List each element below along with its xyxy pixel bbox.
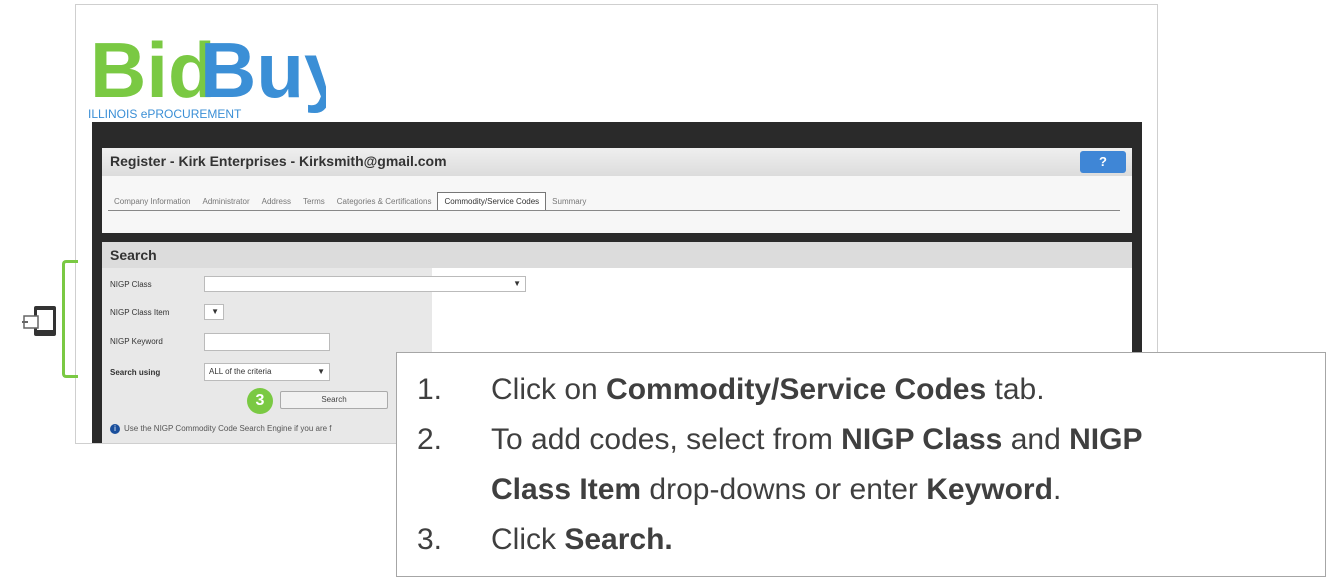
search-using-select[interactable]: ALL of the criteria ▼ <box>204 363 330 381</box>
step-2-text-c: drop-downs or enter <box>641 473 927 506</box>
search-using-label: Search using <box>110 368 161 377</box>
chevron-down-icon: ▼ <box>211 307 219 316</box>
nigp-class-item-select[interactable]: ▼ <box>204 304 224 320</box>
green-bracket <box>62 260 78 378</box>
search-form-area <box>102 268 432 443</box>
step-badge: 3 <box>247 388 273 414</box>
nigp-keyword-label: NIGP Keyword <box>110 337 163 346</box>
info-text: Use the NIGP Commodity Code Search Engin… <box>124 424 332 434</box>
step-3-bold-a: Search. <box>564 523 673 556</box>
tab-commodity-service-codes[interactable]: Commodity/Service Codes <box>437 192 547 210</box>
step-1-text-b: tab. <box>986 373 1045 406</box>
logo-buy-text: Buy <box>200 26 326 114</box>
step-3-number: 3. <box>417 523 443 556</box>
nigp-class-label: NIGP Class <box>110 280 152 289</box>
info-message: i Use the NIGP Commodity Code Search Engi… <box>110 424 332 434</box>
instruction-callout: 1. Click on Commodity/Service Codes tab.… <box>396 352 1326 577</box>
tab-underline <box>108 210 1120 211</box>
step-1-bold-a: Commodity/Service Codes <box>606 373 987 406</box>
logo-bid-text: Bid <box>90 26 216 114</box>
tab-address[interactable]: Address <box>256 193 297 210</box>
step-2-text-d: . <box>1052 473 1062 506</box>
logo-tagline: ILLINOIS ePROCUREMENT <box>88 107 242 121</box>
search-button[interactable]: Search <box>280 391 388 409</box>
tab-terms[interactable]: Terms <box>297 193 331 210</box>
step-2-number: 2. <box>417 423 443 456</box>
search-using-value: ALL of the criteria <box>209 367 272 376</box>
step-2-bold-d: Keyword <box>926 473 1053 506</box>
step-2-text-a: To add codes, select from <box>491 423 842 456</box>
tab-summary[interactable]: Summary <box>546 193 592 210</box>
register-title: Register - Kirk Enterprises - Kirksmith@… <box>110 153 447 169</box>
chevron-down-icon: ▼ <box>513 279 521 288</box>
step-3-text-a: Click <box>491 523 565 556</box>
step-2-text-b: and <box>1002 423 1070 456</box>
chevron-down-icon: ▼ <box>317 367 325 376</box>
tab-row: Company Information Administrator Addres… <box>108 188 592 210</box>
step-2-bold-a: NIGP Class <box>841 423 1003 456</box>
question-icon[interactable]: ? <box>1080 151 1126 173</box>
register-title-bar: Register - Kirk Enterprises - Kirksmith@… <box>102 148 1132 176</box>
tab-company-information[interactable]: Company Information <box>108 193 196 210</box>
search-header: Search <box>102 242 1132 268</box>
tab-categories-certifications[interactable]: Categories & Certifications <box>331 193 438 210</box>
step-2-bold-c: Class Item <box>491 473 642 506</box>
nigp-class-select[interactable]: ▼ <box>204 276 526 292</box>
step-2-bold-b: NIGP <box>1069 423 1143 456</box>
info-icon: i <box>110 424 120 434</box>
step-1-text-a: Click on <box>491 373 607 406</box>
nigp-keyword-input[interactable] <box>204 333 330 351</box>
nigp-class-item-label: NIGP Class Item <box>110 308 170 317</box>
device-icon <box>22 306 56 336</box>
step-1-number: 1. <box>417 373 443 406</box>
register-panel: Register - Kirk Enterprises - Kirksmith@… <box>102 148 1132 233</box>
tab-administrator[interactable]: Administrator <box>196 193 255 210</box>
search-title: Search <box>110 247 157 263</box>
bidbuy-logo: Bid Buy ILLINOIS ePROCUREMENT <box>84 17 326 123</box>
